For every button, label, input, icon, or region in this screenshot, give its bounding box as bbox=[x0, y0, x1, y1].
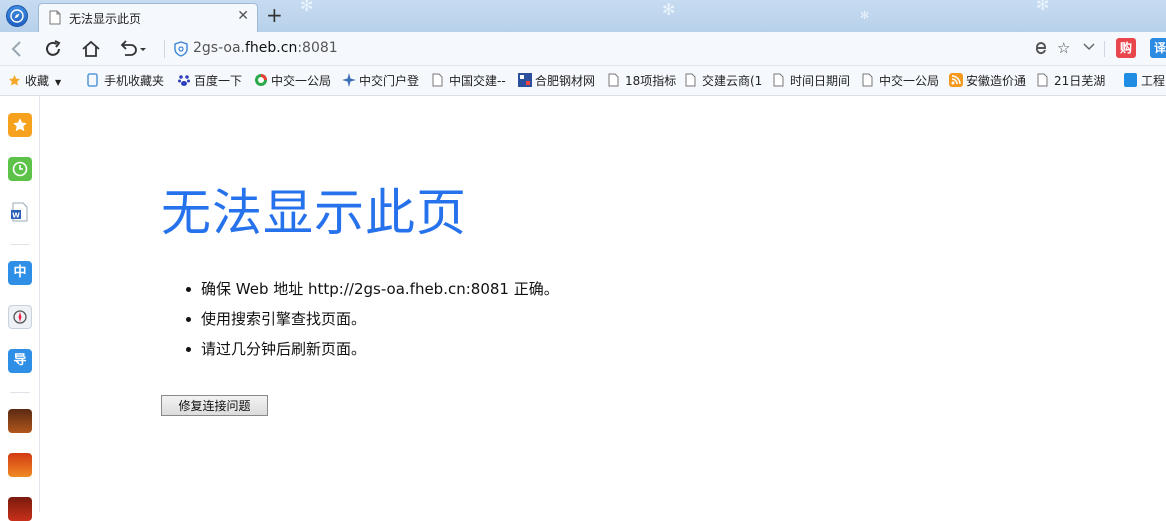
word-document-icon[interactable]: W bbox=[8, 200, 32, 224]
site-logo-icon bbox=[518, 73, 532, 87]
site-logo-icon bbox=[1124, 73, 1137, 87]
chevron-down-icon[interactable] bbox=[1082, 39, 1096, 57]
url-host: fheb.cn bbox=[245, 40, 298, 56]
bookmarks-bar: 收藏 ▼ 手机收藏夹 百度一下 中交一公局 中交门户登 中国交建-- 合肥钢材网 bbox=[0, 66, 1166, 96]
page-icon bbox=[862, 73, 875, 87]
star-icon bbox=[8, 74, 21, 88]
url-prefix: 2gs-oa. bbox=[193, 40, 245, 56]
list-item: 确保 Web 地址 http://2gs-oa.fheb.cn:8081 正确。 bbox=[161, 274, 559, 304]
shield-icon[interactable] bbox=[174, 41, 188, 61]
compass-star-icon bbox=[342, 73, 356, 87]
translate-icon[interactable]: 译 bbox=[1150, 38, 1166, 58]
bookmark-label: 中交一公局 bbox=[879, 74, 940, 88]
bookmark-label: 百度一下 bbox=[194, 74, 243, 88]
baidu-paw-icon bbox=[177, 73, 190, 87]
bookmark-item[interactable]: 合肥钢材网 bbox=[518, 73, 595, 89]
phone-icon bbox=[87, 73, 100, 87]
history-clock-icon[interactable] bbox=[8, 157, 32, 181]
bookmark-label: 手机收藏夹 bbox=[104, 74, 165, 88]
page-icon bbox=[773, 73, 786, 87]
game-app-icon[interactable] bbox=[8, 497, 32, 521]
close-icon[interactable]: ✕ bbox=[237, 8, 249, 24]
bookmark-item[interactable]: 中交一公局 bbox=[254, 73, 331, 89]
bookmark-label: 工程 bbox=[1141, 74, 1166, 88]
bookmark-item[interactable]: 时间日期间 bbox=[773, 73, 850, 89]
sidebar-app-dao[interactable]: 导 bbox=[8, 349, 32, 373]
sidebar-divider bbox=[10, 392, 30, 393]
toolbar-divider bbox=[1104, 41, 1105, 57]
snowflake-decoration: ✻ bbox=[1036, 0, 1050, 14]
undo-close-tab-icon[interactable] bbox=[118, 38, 148, 60]
bookmark-item[interactable]: 中交一公局 bbox=[862, 73, 939, 89]
bookmark-label: 安徽造价通 bbox=[966, 74, 1027, 88]
list-item: 请过几分钟后刷新页面。 bbox=[161, 334, 559, 364]
page-icon bbox=[432, 73, 445, 87]
snowflake-decoration: ✻ bbox=[860, 9, 870, 22]
bookmark-label: 18项指标 bbox=[625, 74, 677, 88]
list-item: 使用搜索引擎查找页面。 bbox=[161, 304, 559, 334]
bookmark-item[interactable]: 21日芜湖 bbox=[1037, 73, 1105, 89]
fix-connection-button[interactable]: 修复连接问题 bbox=[161, 395, 268, 416]
bookmark-label: 收藏 bbox=[25, 74, 50, 88]
bookmark-item[interactable]: 手机收藏夹 bbox=[87, 73, 164, 89]
new-tab-button[interactable]: + bbox=[266, 3, 283, 27]
tab-strip: ✻ ✻ ✻ ✻ 无法显示此页 ✕ + bbox=[0, 0, 1166, 32]
svg-text:W: W bbox=[12, 212, 20, 220]
page-icon bbox=[1037, 73, 1050, 87]
tab-active[interactable]: 无法显示此页 ✕ bbox=[38, 3, 258, 32]
browser-logo-icon[interactable] bbox=[6, 5, 28, 27]
compass-icon[interactable] bbox=[8, 305, 32, 329]
snowflake-decoration: ✻ bbox=[662, 0, 676, 19]
page-title: 无法显示此页 bbox=[161, 184, 467, 242]
page-icon bbox=[685, 73, 698, 87]
bookmark-label: 时间日期间 bbox=[790, 74, 851, 88]
tab-title: 无法显示此页 bbox=[69, 12, 142, 26]
bookmark-item[interactable]: 安徽造价通 bbox=[949, 73, 1026, 89]
bookmark-label: 中国交建-- bbox=[449, 74, 506, 88]
star-icon[interactable]: ☆ bbox=[1057, 39, 1070, 57]
toolbar-divider bbox=[164, 40, 165, 58]
snowflake-decoration: ✻ bbox=[300, 0, 314, 15]
sidebar-app-zhong[interactable]: 中 bbox=[8, 261, 32, 285]
bookmark-item[interactable]: 百度一下 bbox=[177, 73, 242, 89]
chevron-down-icon: ▼ bbox=[55, 78, 62, 87]
ie-engine-icon[interactable] bbox=[1033, 39, 1049, 59]
bookmark-item[interactable]: 中国交建-- bbox=[432, 73, 506, 89]
bookmark-label: 中交门户登 bbox=[359, 74, 420, 88]
page-icon bbox=[608, 73, 621, 87]
url-text[interactable]: 2gs-oa.fheb.cn:8081 bbox=[193, 40, 338, 56]
url-port: :8081 bbox=[297, 40, 338, 56]
rss-icon bbox=[949, 73, 963, 87]
game-app-icon[interactable] bbox=[8, 453, 32, 477]
back-icon[interactable] bbox=[6, 38, 28, 60]
bookmark-label: 交建云商(1 bbox=[702, 74, 763, 88]
refresh-icon[interactable] bbox=[42, 38, 64, 60]
site-logo-icon bbox=[254, 73, 267, 87]
bookmark-favorites-menu[interactable]: 收藏 ▼ bbox=[8, 73, 61, 91]
shopping-icon[interactable]: 购 bbox=[1116, 38, 1136, 58]
bookmark-item[interactable]: 交建云商(1 bbox=[685, 73, 762, 89]
bookmark-item[interactable]: 18项指标 bbox=[608, 73, 676, 89]
sidebar-divider bbox=[10, 244, 30, 245]
page-icon bbox=[49, 10, 61, 29]
bookmark-label: 合肥钢材网 bbox=[535, 74, 596, 88]
address-toolbar: 2gs-oa.fheb.cn:8081 ☆ 购 译 bbox=[0, 32, 1166, 66]
bookmark-label: 21日芜湖 bbox=[1054, 74, 1106, 88]
home-icon[interactable] bbox=[80, 38, 102, 60]
game-app-icon[interactable] bbox=[8, 409, 32, 433]
sidebar: W 中 导 bbox=[0, 96, 40, 521]
suggestion-list: 确保 Web 地址 http://2gs-oa.fheb.cn:8081 正确。… bbox=[161, 274, 559, 364]
bookmark-item[interactable]: 中交门户登 bbox=[342, 73, 419, 89]
bookmark-item[interactable]: 工程 bbox=[1124, 73, 1165, 89]
favorites-star-icon[interactable] bbox=[8, 113, 32, 137]
bookmark-label: 中交一公局 bbox=[271, 74, 332, 88]
